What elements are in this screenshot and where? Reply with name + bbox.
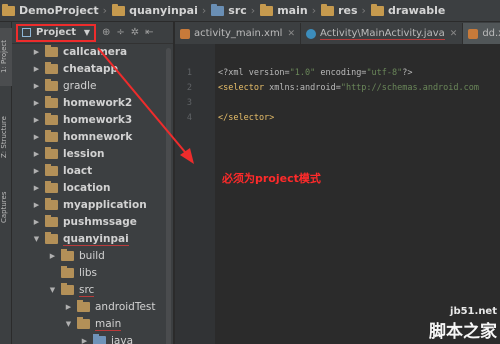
annotation-text: 必须为project模式 bbox=[222, 172, 321, 185]
watermark-url: jb51.net bbox=[450, 306, 497, 317]
arrow-head bbox=[180, 148, 194, 164]
watermark: jb51.net 脚本之家 bbox=[429, 306, 497, 342]
arrow-line bbox=[97, 47, 191, 159]
watermark-logo: 脚本之家 bbox=[429, 322, 497, 342]
